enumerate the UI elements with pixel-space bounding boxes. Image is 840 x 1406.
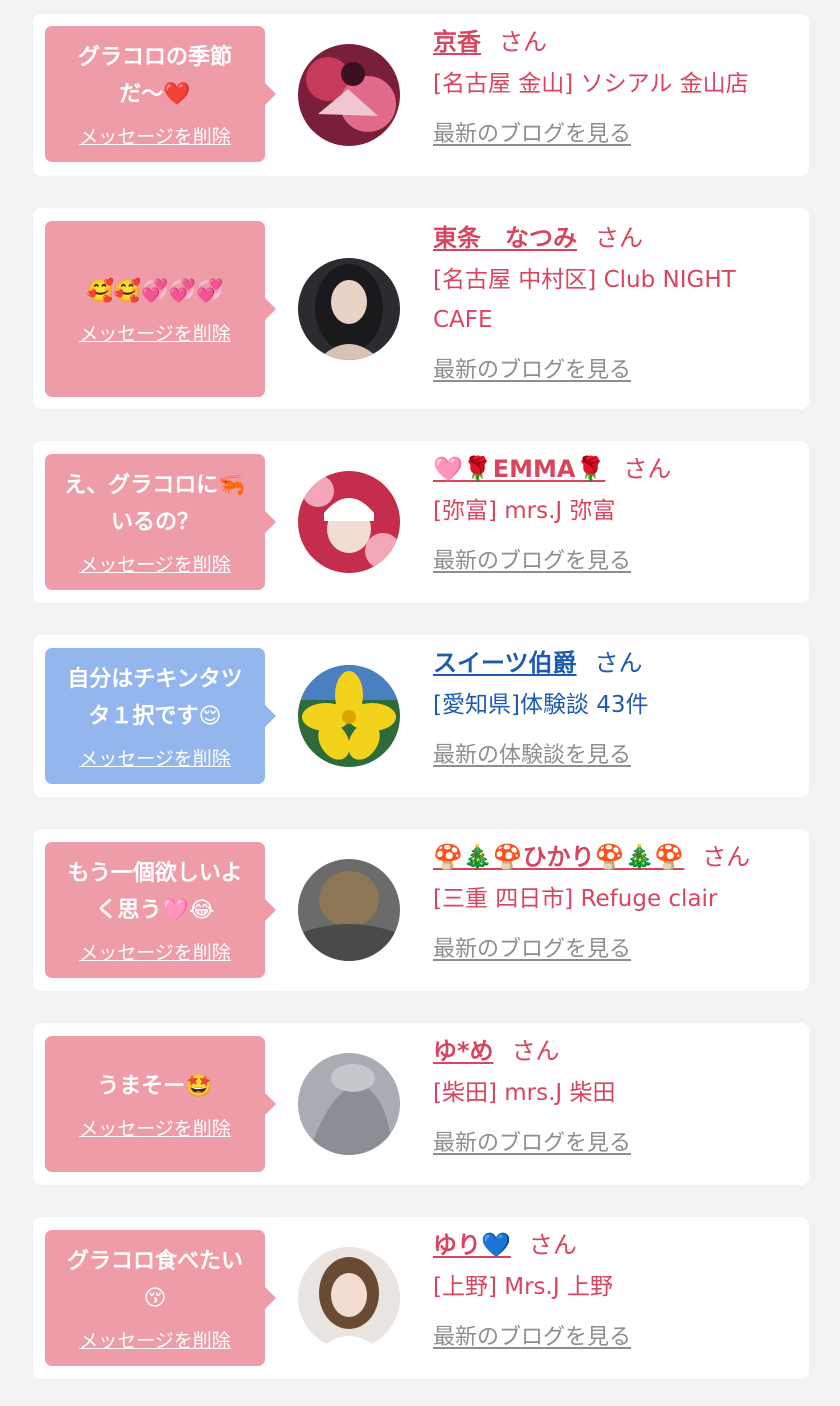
name-row: 東条 なつみ さん [433, 222, 798, 254]
avatar-image [298, 1053, 400, 1155]
message-list: グラコロの季節だ〜❤️ メッセージを削除 京香 さん [名古屋 金山] ソシアル … [0, 0, 840, 1406]
profile-info: ゆり💙 さん [上野] Mrs.J 上野 最新のブログを見る [433, 1229, 798, 1353]
honorific: さん [702, 843, 751, 871]
message-text: もう一個欲しいよく思う🩷😂 [67, 861, 243, 923]
avatar[interactable] [298, 1247, 400, 1349]
honorific: さん [499, 28, 547, 56]
message-bubble: グラコロ食べたい😚 メッセージを削除 [45, 1230, 276, 1366]
honorific: さん [528, 1231, 577, 1259]
message-bubble: うまそー🤩 メッセージを削除 [45, 1036, 276, 1172]
profile-info: 🩷🌹EMMA🌹 さん [弥富] mrs.J 弥富 最新のブログを見る [433, 453, 798, 577]
profile-info: 京香 さん [名古屋 金山] ソシアル 金山店 最新のブログを見る [433, 26, 798, 150]
message-bubble: もう一個欲しいよく思う🩷😂 メッセージを削除 [45, 842, 276, 978]
message-bubble: 自分はチキンタツタ１択です😌 メッセージを削除 [45, 648, 276, 784]
message-card: グラコロの季節だ〜❤️ メッセージを削除 京香 さん [名古屋 金山] ソシアル … [33, 14, 809, 176]
message-card: うまそー🤩 メッセージを削除 ゆ*め さん [柴田] mrs.J 柴田 最新のブロ… [33, 1023, 809, 1185]
profile-info: 🍄🎄🍄ひかり🍄🎄🍄 さん [三重 四日市] Refuge clair 最新のブログ… [433, 841, 798, 965]
profile-name-link[interactable]: 京香 [433, 28, 481, 56]
profile-info: ゆ*め さん [柴田] mrs.J 柴田 最新のブログを見る [433, 1035, 798, 1159]
honorific: さん [511, 1037, 560, 1065]
message-text: 🥰🥰💞💞💞 [86, 278, 224, 304]
avatar[interactable] [298, 1053, 400, 1155]
avatar[interactable] [298, 471, 400, 573]
honorific: さん [595, 224, 643, 252]
avatar-image [298, 471, 400, 573]
delete-message-link[interactable]: メッセージを削除 [79, 747, 231, 771]
latest-blog-link[interactable]: 最新のブログを見る [433, 935, 631, 965]
avatar-image [298, 859, 400, 961]
profile-name-link[interactable]: スイーツ伯爵 [433, 649, 577, 677]
delete-message-link[interactable]: メッセージを削除 [79, 1329, 231, 1353]
avatar-image [298, 258, 400, 360]
latest-blog-link[interactable]: 最新のブログを見る [433, 1323, 631, 1353]
latest-experience-link[interactable]: 最新の体験談を見る [433, 741, 631, 771]
shop-label: [上野] Mrs.J 上野 [433, 1274, 613, 1300]
shop-label: [名古屋 金山] ソシアル 金山店 [433, 71, 749, 97]
delete-message-link[interactable]: メッセージを削除 [79, 941, 231, 965]
delete-message-link[interactable]: メッセージを削除 [79, 553, 231, 577]
profile-info: 東条 なつみ さん [名古屋 中村区] Club NIGHT CAFE 最新のブロ… [433, 222, 798, 386]
avatar-image [298, 44, 400, 146]
avatar-image [298, 665, 400, 767]
delete-message-link[interactable]: メッセージを削除 [79, 1117, 231, 1141]
profile-name-link[interactable]: 東条 なつみ [433, 224, 577, 252]
avatar[interactable] [298, 258, 400, 360]
profile-name-link[interactable]: 🍄🎄🍄ひかり🍄🎄🍄 [433, 843, 684, 871]
message-text: 自分はチキンタツタ１択です😌 [67, 667, 243, 729]
shop-label: [愛知県]体験談 43件 [433, 692, 649, 718]
message-bubble: グラコロの季節だ〜❤️ メッセージを削除 [45, 26, 276, 162]
name-row: 🩷🌹EMMA🌹 さん [433, 453, 798, 485]
latest-blog-link[interactable]: 最新のブログを見る [433, 356, 631, 386]
latest-blog-link[interactable]: 最新のブログを見る [433, 547, 631, 577]
shop-label: [名古屋 中村区] Club NIGHT CAFE [433, 267, 736, 333]
message-text: うまそー🤩 [97, 1073, 213, 1099]
name-row: ゆり💙 さん [433, 1229, 798, 1261]
shop-label: [柴田] mrs.J 柴田 [433, 1080, 616, 1106]
message-text: グラコロの季節だ〜❤️ [77, 45, 232, 107]
message-text: グラコロ食べたい😚 [66, 1249, 243, 1311]
message-card: 🥰🥰💞💞💞 メッセージを削除 東条 なつみ さん [名古屋 中村区] Club N… [33, 208, 809, 409]
profile-name-link[interactable]: ゆり💙 [433, 1231, 511, 1259]
profile-info: スイーツ伯爵 さん [愛知県]体験談 43件 最新の体験談を見る [433, 647, 798, 771]
name-row: 🍄🎄🍄ひかり🍄🎄🍄 さん [433, 841, 798, 873]
message-text: え、グラコロに🦐いるの？ [64, 473, 246, 535]
message-card: 自分はチキンタツタ１択です😌 メッセージを削除 スイーツ伯爵 さん [愛知県]体… [33, 635, 809, 797]
name-row: 京香 さん [433, 26, 798, 58]
shop-label: [三重 四日市] Refuge clair [433, 886, 718, 912]
delete-message-link[interactable]: メッセージを削除 [79, 322, 231, 346]
name-row: ゆ*め さん [433, 1035, 798, 1067]
avatar[interactable] [298, 859, 400, 961]
honorific: さん [594, 649, 643, 677]
avatar[interactable] [298, 665, 400, 767]
message-bubble: え、グラコロに🦐いるの？ メッセージを削除 [45, 454, 276, 590]
message-card: グラコロ食べたい😚 メッセージを削除 ゆり💙 さん [上野] Mrs.J 上野 最… [33, 1217, 809, 1379]
latest-blog-link[interactable]: 最新のブログを見る [433, 120, 631, 150]
message-bubble: 🥰🥰💞💞💞 メッセージを削除 [45, 221, 276, 397]
delete-message-link[interactable]: メッセージを削除 [79, 125, 231, 149]
message-card: もう一個欲しいよく思う🩷😂 メッセージを削除 🍄🎄🍄ひかり🍄🎄🍄 さん [三重 四… [33, 829, 809, 991]
message-card: え、グラコロに🦐いるの？ メッセージを削除 🩷🌹EMMA🌹 さん [弥富] mrs… [33, 441, 809, 603]
avatar-image [298, 1247, 400, 1349]
latest-blog-link[interactable]: 最新のブログを見る [433, 1129, 631, 1159]
profile-name-link[interactable]: 🩷🌹EMMA🌹 [433, 455, 605, 483]
profile-name-link[interactable]: ゆ*め [433, 1037, 494, 1065]
avatar[interactable] [298, 44, 400, 146]
shop-label: [弥富] mrs.J 弥富 [433, 498, 616, 524]
honorific: さん [623, 455, 672, 483]
name-row: スイーツ伯爵 さん [433, 647, 798, 679]
